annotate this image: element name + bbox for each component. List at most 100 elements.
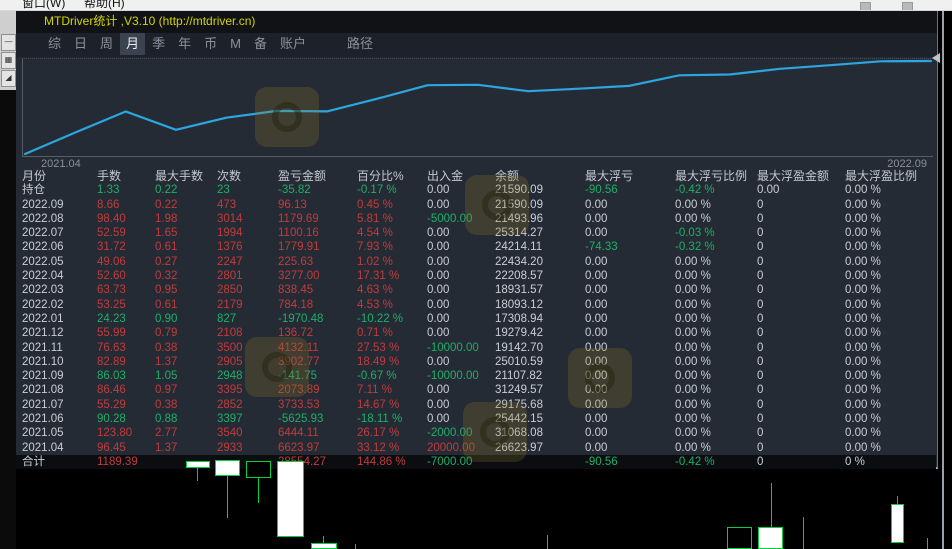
table-total-row: 合计 1189.39 28554.27 144.86 % -7000.00 -90.56 -… bbox=[16, 454, 936, 470]
cell-9: 0 bbox=[757, 413, 764, 426]
tab-账户[interactable]: 账户 bbox=[274, 33, 312, 55]
cell-month: 2022.06 bbox=[22, 241, 64, 254]
cell-5: 0.00 bbox=[427, 398, 450, 411]
cell-0: 86.46 bbox=[97, 384, 126, 397]
cell-month: 2021.05 bbox=[22, 427, 64, 440]
cell-10: 0.00 % bbox=[845, 198, 881, 211]
cell-2: 2247 bbox=[217, 255, 243, 268]
cell-4: 17.31 % bbox=[357, 270, 400, 283]
cell-3: 6444.11 bbox=[278, 427, 319, 440]
tab-年[interactable]: 年 bbox=[172, 33, 197, 55]
cell-3: 225.63 bbox=[278, 255, 314, 268]
cell-10: 0.00 % bbox=[845, 270, 881, 283]
edit-icon[interactable]: ◢ bbox=[1, 70, 16, 87]
menu-item-help[interactable]: 帮助(H) bbox=[84, 0, 125, 10]
tab-path[interactable]: 路径 bbox=[341, 33, 379, 55]
cell-0: 52.59 bbox=[97, 227, 126, 240]
cell-0: 53.25 bbox=[97, 298, 126, 311]
table-row: 2022.05 49.06 0.27 2247 225.63 1.02 % 0.00 2243… bbox=[16, 255, 936, 269]
tab-M[interactable]: M bbox=[224, 33, 247, 55]
cell-8: 0.00 % bbox=[675, 427, 711, 440]
cell-3: 784.18 bbox=[278, 298, 314, 311]
cell-6 bbox=[495, 455, 585, 469]
cell-9: 0 bbox=[757, 398, 764, 411]
cell-3: 1779.91 bbox=[278, 241, 320, 254]
cell-9: 0 bbox=[757, 327, 764, 340]
cell-4: 5.81 % bbox=[357, 212, 393, 225]
cell-9: 0 bbox=[757, 255, 764, 268]
cell-10: 0.00 % bbox=[845, 384, 881, 397]
cell-6: 18093.12 bbox=[495, 298, 543, 311]
cell-month: 2021.08 bbox=[22, 384, 64, 397]
cell-0: 55.29 bbox=[97, 398, 126, 411]
cell-9: 0 bbox=[757, 355, 764, 368]
cell-month: 2021.11 bbox=[22, 341, 63, 354]
image-icon[interactable]: ▦ bbox=[1, 52, 16, 69]
cell-9: 0 bbox=[757, 298, 764, 311]
cell-10: 0.00 % bbox=[845, 284, 881, 297]
table-row: 2021.09 86.03 1.05 2948 -141.75 -0.67 % -10000… bbox=[16, 369, 936, 383]
tab-备[interactable]: 备 bbox=[248, 33, 273, 55]
column-header-0: 月份 bbox=[22, 169, 47, 183]
column-header-10: 最大浮盈金额 bbox=[757, 169, 830, 183]
cell-6: 21107.82 bbox=[495, 370, 543, 383]
tab-月[interactable]: 月 bbox=[120, 33, 146, 55]
cell-2: 1376 bbox=[217, 241, 243, 254]
collapse-arrow-icon[interactable] bbox=[932, 53, 940, 63]
table-row: 2022.08 98.40 1.98 3014 1179.69 5.81 % -5000.0… bbox=[16, 212, 936, 226]
cell-8: 0.00 % bbox=[675, 255, 711, 268]
cell-5: 0.00 bbox=[427, 184, 450, 197]
monthly-stats-table: 月份 手数 最大手数 次数 盈亏金额 百分比% 出入金 余额 最大浮亏 最大浮亏比例 最大浮盈金额 最… bbox=[16, 169, 936, 470]
cell-6: 22208.57 bbox=[495, 270, 543, 283]
cell-10: 0.00 % bbox=[845, 241, 881, 254]
cell-5: 0.00 bbox=[427, 413, 450, 426]
cell-1: 0.27 bbox=[155, 255, 178, 268]
cell-6: 25010.59 bbox=[495, 355, 543, 368]
cell-10: 0.00 % bbox=[845, 413, 881, 426]
cell-6: 25442.15 bbox=[495, 413, 543, 426]
cell-month: 2022.02 bbox=[22, 298, 64, 311]
menu-item-window[interactable]: 窗口(W) bbox=[22, 0, 65, 10]
table-row: 2022.07 52.59 1.65 1994 1100.16 4.54 % 0.00 253… bbox=[16, 226, 936, 240]
cell-5: 0.00 bbox=[427, 270, 450, 283]
cell-3: 1100.16 bbox=[278, 227, 319, 240]
cell-1: 0.32 bbox=[155, 270, 178, 283]
cell-1: 0.38 bbox=[155, 398, 178, 411]
equity-line bbox=[23, 59, 933, 156]
cell-month: 2022.09 bbox=[22, 198, 64, 211]
cell-8: 0.00 % bbox=[675, 398, 711, 411]
window-title-bar[interactable]: MTDriver统计 ,V3.10 (http://mtdriver.cn) bbox=[16, 10, 937, 33]
tab-币[interactable]: 币 bbox=[198, 33, 223, 55]
minimize-icon[interactable] bbox=[860, 2, 871, 10]
cell-8: 0.00 % bbox=[675, 270, 711, 283]
cell-1: 1.37 bbox=[155, 441, 178, 454]
cell-2: 3397 bbox=[217, 413, 243, 426]
cell-4: -10.22 % bbox=[357, 312, 404, 325]
cell-8: 0.00 % bbox=[675, 284, 711, 297]
cell-4: -0.67 % bbox=[357, 370, 397, 383]
cell-2: 827 bbox=[217, 312, 237, 325]
cell-5: 0.00 bbox=[427, 384, 450, 397]
table-header-row: 月份 手数 最大手数 次数 盈亏金额 百分比% 出入金 余额 最大浮亏 最大浮亏比例 最大浮盈金额 最… bbox=[16, 169, 936, 183]
cell-8: 0.00 % bbox=[675, 384, 711, 397]
equity-curve-chart: 2021.04 2022.09 bbox=[22, 58, 933, 170]
tab-季[interactable]: 季 bbox=[146, 33, 171, 55]
cell-6: 19142.70 bbox=[495, 341, 543, 354]
cell-0: 52.60 bbox=[97, 270, 126, 283]
panel-splitter[interactable] bbox=[942, 10, 944, 549]
tab-周[interactable]: 周 bbox=[94, 33, 119, 55]
cell-6: 21590.09 bbox=[495, 198, 543, 211]
close-icon[interactable] bbox=[902, 2, 913, 10]
tab-日[interactable]: 日 bbox=[68, 33, 93, 55]
cell-9: 0 bbox=[757, 441, 764, 454]
cell-7: 0.00 bbox=[585, 327, 608, 340]
cell-month: 2022.01 bbox=[22, 312, 64, 325]
cell-0: 82.89 bbox=[97, 355, 126, 368]
cell-2: 1994 bbox=[217, 227, 243, 240]
cell-month: 2022.07 bbox=[22, 227, 64, 240]
column-header-11: 最大浮盈比例 bbox=[845, 169, 918, 183]
cell-1: 0.90 bbox=[155, 312, 178, 325]
cell-month: 2021.10 bbox=[22, 355, 64, 368]
collapse-icon[interactable]: — bbox=[1, 34, 16, 51]
tab-综[interactable]: 综 bbox=[42, 33, 67, 55]
